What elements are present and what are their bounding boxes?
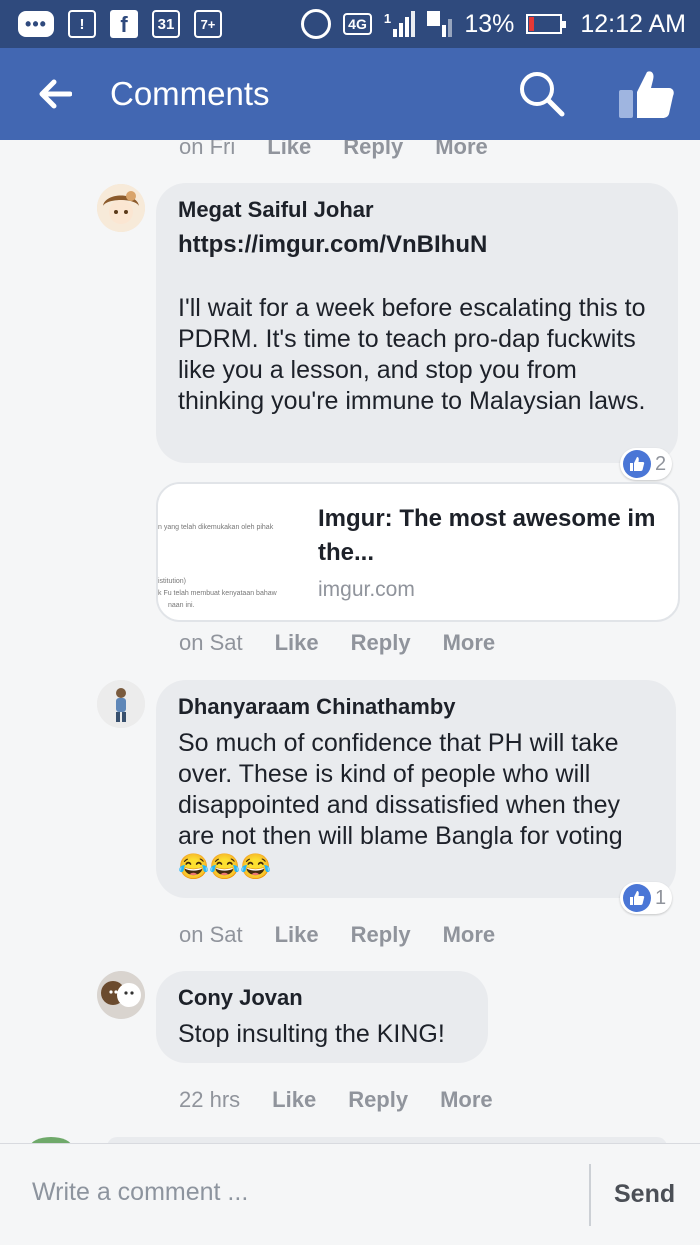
comment-composer: Write a comment ... Send xyxy=(0,1143,700,1245)
battery-icon xyxy=(526,14,567,34)
link-preview-thumbnail: n yang telah dikemukakan oleh pihak isti… xyxy=(158,484,306,620)
reaction-count-value: 2 xyxy=(655,452,667,475)
thumbnail-text-line: k Fu telah membuat kenyataan bahaw xyxy=(158,590,277,597)
divider xyxy=(589,1164,591,1226)
more-link[interactable]: More xyxy=(443,630,496,656)
avatar[interactable] xyxy=(97,680,145,728)
signal-strength-sim2-icon: 2 xyxy=(427,11,453,37)
network-type: 4G xyxy=(343,13,372,35)
avatar[interactable] xyxy=(97,184,145,232)
thumbs-up-icon xyxy=(623,450,651,478)
reply-link[interactable]: Reply xyxy=(348,1087,408,1113)
app-header: Comments xyxy=(0,48,700,140)
send-button[interactable]: Send xyxy=(614,1180,675,1209)
link-preview-card[interactable]: n yang telah dikemukakan oleh pihak isti… xyxy=(156,482,680,622)
reply-link[interactable]: Reply xyxy=(343,140,403,160)
comment-author[interactable]: Cony Jovan xyxy=(178,985,466,1011)
comment-time: on Fri xyxy=(179,140,236,159)
comment-bubble: Cony Jovan Stop insulting the KING! xyxy=(156,971,488,1063)
clock: 12:12 AM xyxy=(580,9,686,38)
battery-percent: 13% xyxy=(464,9,515,38)
reply-link[interactable]: Reply xyxy=(351,630,411,656)
search-icon[interactable] xyxy=(516,68,568,120)
reaction-count[interactable]: 1 xyxy=(620,882,673,914)
comment-bubble: Megat Saiful Johar https://imgur.com/VnB… xyxy=(156,183,678,463)
like-link[interactable]: Like xyxy=(272,1087,316,1113)
comment-author[interactable]: Dhanyaraam Chinathamby xyxy=(178,694,654,720)
sim-1-label: 1 xyxy=(383,11,392,26)
comment-actions: on Sat Like Reply More xyxy=(179,922,495,948)
avatar[interactable] xyxy=(97,971,145,1019)
reaction-count[interactable]: 2 xyxy=(620,448,673,480)
comment-time: on Sat xyxy=(179,630,243,655)
messenger-notification-icon: ••• xyxy=(18,11,54,37)
reaction-count-value: 1 xyxy=(655,886,667,909)
like-link[interactable]: Like xyxy=(267,140,311,160)
comment-text: Stop insulting the KING! xyxy=(178,1020,445,1048)
comments-list: on Fri Like Reply More Megat Saiful Joha… xyxy=(0,140,700,1143)
comment-actions: on Fri Like Reply More xyxy=(179,140,488,160)
comment-actions: 22 hrs Like Reply More xyxy=(179,1087,493,1113)
like-link[interactable]: Like xyxy=(275,630,319,656)
thumbnail-text-line: naan ini. xyxy=(168,602,195,609)
back-arrow-icon[interactable] xyxy=(20,48,90,140)
comment-link[interactable]: https://imgur.com/VnBIhuN xyxy=(178,231,656,259)
alert-notification-icon: ! xyxy=(68,10,96,38)
alarm-icon xyxy=(301,9,332,39)
comment-time: on Sat xyxy=(179,922,243,947)
comment-time: 22 hrs xyxy=(179,1087,241,1112)
status-bar: ••• ! f 31 7+ 4G 1 2 13% 12:12 AM xyxy=(0,0,700,48)
comment-bubble: Dhanyaraam Chinathamby So much of confid… xyxy=(156,680,676,898)
link-preview-domain: imgur.com xyxy=(318,578,415,601)
more-link[interactable]: More xyxy=(440,1087,493,1113)
sim-2-label: 2 xyxy=(427,11,441,26)
comment-text: So much of confidence that PH will take … xyxy=(178,729,623,881)
calendar-icon: 31 xyxy=(152,10,180,38)
like-page-icon[interactable] xyxy=(615,66,679,122)
facebook-notification-icon: f xyxy=(110,10,138,38)
comment-author[interactable]: Megat Saiful Johar xyxy=(178,197,656,223)
link-preview-title: Imgur: The most awesome im the... xyxy=(318,505,656,566)
reply-link[interactable]: Reply xyxy=(351,922,411,948)
page-title: Comments xyxy=(110,75,270,112)
thumbnail-text-line: istitution) xyxy=(158,578,187,585)
thumbnail-text-line: n yang telah dikemukakan oleh pihak xyxy=(158,524,274,531)
more-link[interactable]: More xyxy=(435,140,488,160)
battery-fill xyxy=(529,17,534,31)
signal-strength-sim1-icon: 1 xyxy=(383,11,416,37)
comment-actions: on Sat Like Reply More xyxy=(179,630,495,656)
like-link[interactable]: Like xyxy=(275,922,319,948)
app-notification-icon: 7+ xyxy=(194,10,222,38)
comment-input[interactable]: Write a comment ... xyxy=(32,1178,248,1207)
thumbs-up-icon xyxy=(623,884,651,912)
comment-text: I'll wait for a week before escalating t… xyxy=(178,294,646,415)
more-link[interactable]: More xyxy=(443,922,496,948)
